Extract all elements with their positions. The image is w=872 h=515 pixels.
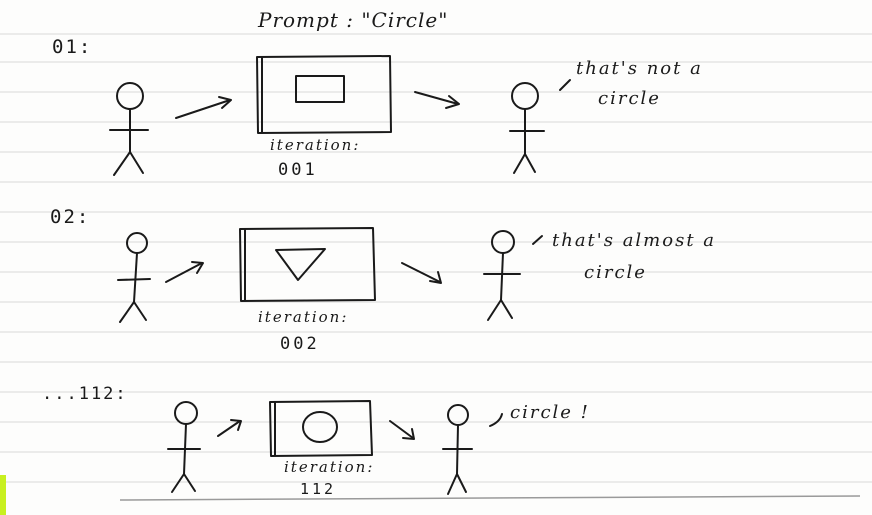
row-3-user-stick-figure — [167, 401, 201, 493]
row-3-arrow-in — [217, 419, 242, 437]
row-3-comment-line-1: circle ! — [510, 402, 590, 423]
row-3-arrow-out — [389, 420, 415, 440]
row-3-iteration-number: 112 — [300, 480, 337, 498]
row-3-drawing — [167, 400, 503, 495]
row-3-judge-stick-figure — [442, 404, 473, 495]
row-3-iteration-label: iteration: — [284, 458, 375, 476]
notebook-page: Prompt : "Circle" 01: that's not a circl… — [0, 0, 872, 515]
row-3-speech-tick — [489, 413, 503, 427]
row-3-circle-shape — [302, 411, 338, 443]
row-3-output-frame — [269, 400, 373, 457]
page-edge-marker — [0, 475, 6, 515]
